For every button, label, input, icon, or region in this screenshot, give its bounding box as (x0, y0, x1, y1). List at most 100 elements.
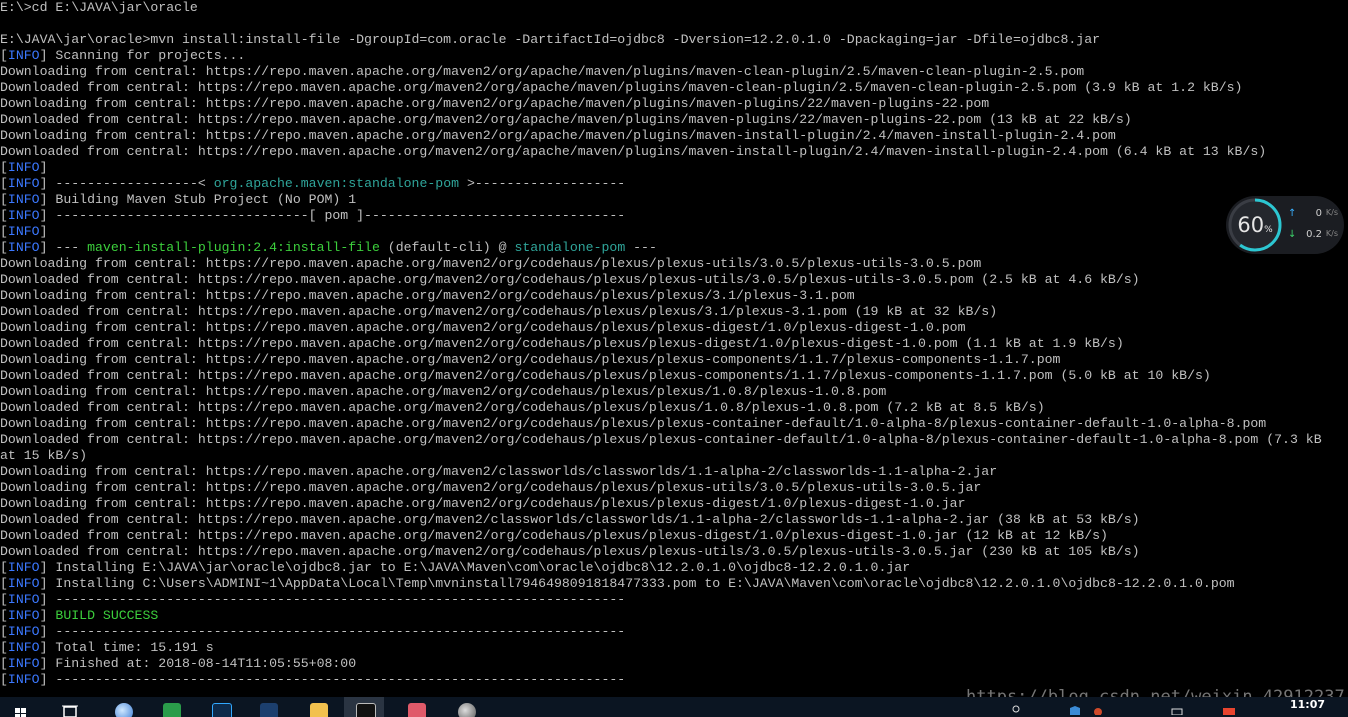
console-text: Downloaded from central: https://repo.ma… (0, 336, 1124, 351)
console-line: E:\>cd E:\JAVA\jar\oracle (0, 0, 1348, 16)
console-line: Downloading from central: https://repo.m… (0, 96, 1348, 112)
console-line: [INFO] Installing E:\JAVA\jar\oracle\ojd… (0, 560, 911, 575)
console-text: Downloading from central: https://repo.m… (0, 64, 1085, 79)
console-text: Downloaded from central: https://repo.ma… (0, 400, 1045, 415)
log-level-tag: INFO (7, 192, 40, 207)
console-text: Downloaded from central: https://repo.ma… (0, 112, 1132, 127)
log-level-tag: INFO (7, 208, 40, 223)
console-text: Downloading from central: https://repo.m… (0, 96, 990, 111)
taskbar: 11:07 (0, 697, 1348, 717)
console-text: ------------------< (47, 176, 214, 191)
console-text: --- (47, 240, 88, 255)
network-speed-widget[interactable]: 60% ↑ 0 K/s ↓ 0.2 K/s (1226, 196, 1344, 254)
console-line: Downloaded from central: https://repo.ma… (0, 432, 1348, 448)
console-text: Downloading from central: https://repo.m… (0, 352, 1061, 367)
windows-start-icon[interactable] (0, 697, 40, 717)
console-text: maven-install-plugin:2.4:install-file (87, 240, 380, 255)
console-text: --- (625, 240, 657, 255)
console-text: Downloaded from central: https://repo.ma… (0, 304, 998, 319)
console-line: Downloading from central: https://repo.m… (0, 128, 1348, 144)
log-level-tag: INFO (7, 576, 40, 591)
console-text: Finished at: 2018-08-14T11:05:55+08:00 (47, 656, 357, 671)
console-line: [INFO] Finished at: 2018-08-14T11:05:55+… (0, 656, 357, 671)
console-text: Downloading from central: https://repo.m… (0, 128, 1116, 143)
console-line: [INFO] --- maven-install-plugin:2.4:inst… (0, 240, 657, 255)
console-text: E:\>cd E:\JAVA\jar\oracle (0, 0, 198, 15)
people-icon[interactable] (1010, 700, 1022, 714)
console-line: [INFO] BUILD SUCCESS (0, 608, 159, 623)
console-line: [INFO] ------------------< org.apache.ma… (0, 176, 626, 191)
console-line: Downloaded from central: https://repo.ma… (0, 544, 1348, 560)
console-line: [INFO] Scanning for projects... (0, 48, 246, 63)
console-line: Downloading from central: https://repo.m… (0, 288, 1348, 304)
tray-app-icon[interactable] (1092, 700, 1104, 716)
system-clock[interactable]: 11:07 (1290, 698, 1325, 711)
media-app-icon[interactable] (446, 697, 486, 717)
wps-icon[interactable] (151, 697, 191, 717)
console-text: ----------------------------------------… (47, 592, 626, 607)
console-text: at 15 kB/s) (0, 448, 88, 463)
console-line: Downloading from central: https://repo.m… (0, 384, 1348, 400)
console-text: Downloading from central: https://repo.m… (0, 256, 982, 271)
console-line: [INFO] Building Maven Stub Project (No P… (0, 192, 357, 207)
upload-speed: ↑ 0 K/s (1288, 208, 1340, 224)
console-line: [INFO] --------------------------------[… (0, 208, 626, 223)
console-text: >------------------- (459, 176, 626, 191)
console-text: ----------------------------------------… (47, 672, 626, 687)
console-text: Downloaded from central: https://repo.ma… (0, 80, 1243, 95)
console-text: Downloading from central: https://repo.m… (0, 288, 855, 303)
console-text: Downloading from central: https://repo.m… (0, 384, 887, 399)
log-level-tag: INFO (7, 672, 40, 687)
console-line: E:\JAVA\jar\oracle>mvn install:install-f… (0, 32, 1348, 48)
console-text: Downloading from central: https://repo.m… (0, 416, 1267, 431)
log-level-tag: INFO (7, 560, 40, 575)
console-line: at 15 kB/s) (0, 448, 1348, 464)
console-text: Scanning for projects... (47, 48, 246, 63)
console-line: [INFO] Total time: 15.191 s (0, 640, 214, 655)
console-text: Downloaded from central: https://repo.ma… (0, 432, 1322, 447)
log-level-tag: INFO (7, 160, 40, 175)
console-line: Downloading from central: https://repo.m… (0, 352, 1348, 368)
log-level-tag: INFO (7, 592, 40, 607)
console-text: BUILD SUCCESS (55, 608, 159, 623)
photoshop-icon[interactable] (200, 697, 240, 717)
log-level-tag: INFO (7, 240, 40, 255)
cmd-icon[interactable] (344, 697, 384, 717)
log-level-tag: INFO (7, 176, 40, 191)
usage-percent: 60% (1237, 213, 1273, 237)
command-prompt-output[interactable]: E:\>cd E:\JAVA\jar\oracle E:\JAVA\jar\ora… (0, 0, 1348, 697)
console-text: Total time: 15.191 s (47, 640, 214, 655)
console-line: Downloading from central: https://repo.m… (0, 464, 1348, 480)
console-text: ----------------------------------------… (47, 624, 626, 639)
upload-arrow-icon: ↑ (1288, 208, 1297, 219)
app-me-icon[interactable] (248, 697, 288, 717)
console-text: standalone-pom (514, 240, 626, 255)
eraser-app-icon[interactable] (396, 697, 436, 717)
console-text: Downloading from central: https://repo.m… (0, 480, 982, 495)
console-line: Downloading from central: https://repo.m… (0, 256, 1348, 272)
console-line: Downloading from central: https://repo.m… (0, 64, 1348, 80)
console-line: Downloaded from central: https://repo.ma… (0, 272, 1348, 288)
task-view-icon[interactable] (52, 697, 92, 717)
console-text: Downloading from central: https://repo.m… (0, 464, 998, 479)
console-text: org.apache.maven:standalone-pom (213, 176, 460, 191)
console-line: Downloaded from central: https://repo.ma… (0, 368, 1348, 384)
console-text: Downloading from central: https://repo.m… (0, 320, 966, 335)
console-line: [INFO] (0, 160, 48, 175)
console-text: Installing E:\JAVA\jar\oracle\ojdbc8.jar… (47, 560, 911, 575)
log-level-tag: INFO (7, 640, 40, 655)
console-line: Downloaded from central: https://repo.ma… (0, 528, 1348, 544)
console-line: Downloaded from central: https://repo.ma… (0, 304, 1348, 320)
console-line: [INFO] ---------------------------------… (0, 672, 626, 687)
log-level-tag: INFO (7, 48, 40, 63)
windows-logo-icon (15, 708, 26, 717)
shield-icon[interactable] (1068, 700, 1082, 715)
console-line: [INFO] (0, 224, 48, 239)
file-explorer-icon[interactable] (298, 697, 338, 717)
sogou-ime-icon[interactable] (1222, 700, 1236, 715)
log-level-tag: INFO (7, 224, 40, 239)
console-text: Downloaded from central: https://repo.ma… (0, 272, 1140, 287)
ie-browser-icon[interactable] (103, 697, 143, 717)
ime-icon[interactable] (1170, 700, 1184, 716)
